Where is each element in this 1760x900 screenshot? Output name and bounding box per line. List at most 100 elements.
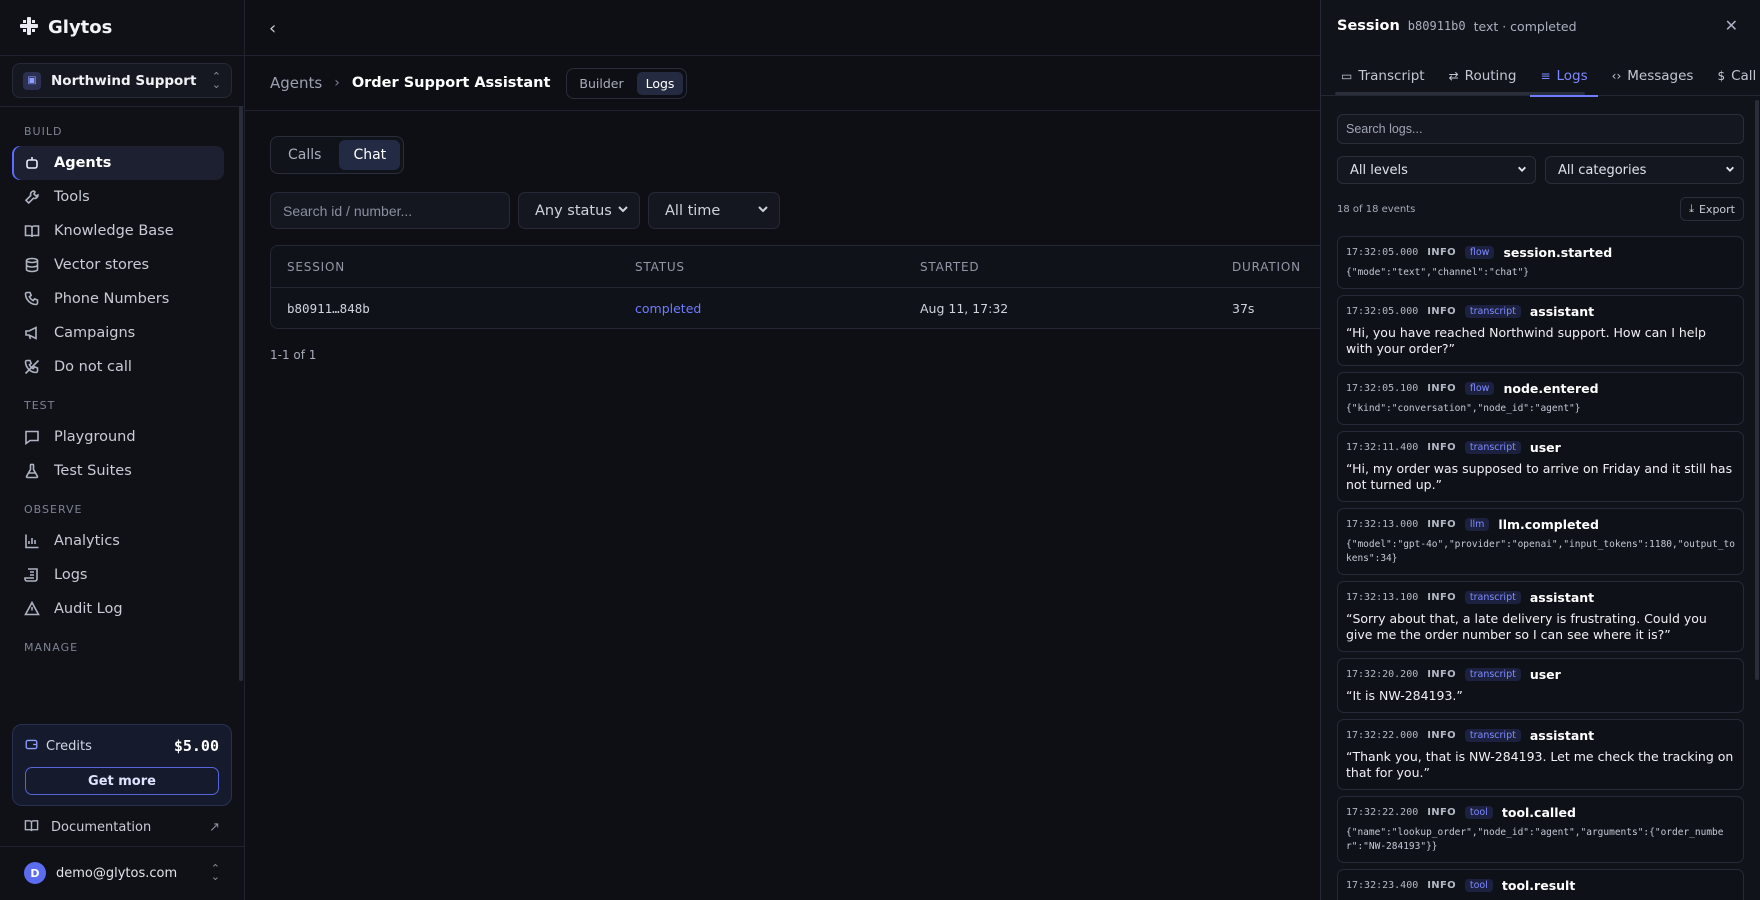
sidebar-scrollbar[interactable] xyxy=(239,106,243,681)
book-icon xyxy=(24,223,40,239)
pagination-info: 1-1 of 1 xyxy=(270,348,317,362)
sidebar-item-test-suites[interactable]: Test Suites xyxy=(12,454,224,488)
flask-icon xyxy=(24,463,40,479)
divider xyxy=(0,106,244,107)
tab-label: Messages xyxy=(1627,68,1694,84)
event-payload: {"mode":"text","channel":"chat"} xyxy=(1346,267,1530,278)
close-icon[interactable]: ✕ xyxy=(1725,16,1738,35)
log-event[interactable]: 17:32:20.200 INFO transcript user “It is NW-… xyxy=(1337,658,1744,713)
column-duration[interactable]: DURATION xyxy=(1232,260,1301,274)
category-select[interactable]: All categories xyxy=(1545,156,1744,184)
duration-value: 37s xyxy=(1232,301,1255,316)
sidebar-item-label: Agents xyxy=(54,155,112,171)
alert-icon xyxy=(24,601,40,617)
log-event[interactable]: 17:32:13.100 INFO transcript assistant “Sorr… xyxy=(1337,581,1744,652)
sidebar-item-campaigns[interactable]: Campaigns xyxy=(12,316,224,350)
session-search-input[interactable] xyxy=(270,192,510,229)
sidebar-scrollbar-thumb[interactable] xyxy=(239,106,243,681)
chat-tab[interactable]: Chat xyxy=(339,140,401,170)
level-select-value: All levels xyxy=(1350,162,1408,178)
event-level: INFO xyxy=(1427,592,1456,603)
panel-scrollbar[interactable] xyxy=(1755,100,1759,680)
credits-value: $5.00 xyxy=(173,737,219,755)
sidebar-item-knowledge-base[interactable]: Knowledge Base xyxy=(12,214,224,248)
routing-icon: ⇄ xyxy=(1448,69,1459,83)
section-label: MANAGE xyxy=(24,641,79,654)
section-label: OBSERVE xyxy=(24,503,83,516)
wrench-icon xyxy=(24,189,40,205)
get-more-button[interactable]: Get more xyxy=(25,767,219,795)
chevron-up-down-icon: ⌃ ⌄ xyxy=(211,69,221,91)
status-select[interactable]: Any status xyxy=(518,192,640,229)
log-search-input[interactable] xyxy=(1337,114,1744,144)
chat-icon: ▭ xyxy=(1341,69,1353,83)
log-event[interactable]: 17:32:23.400 INFO tool tool.result xyxy=(1337,869,1744,900)
sidebar-item-agents[interactable]: Agents xyxy=(12,146,224,180)
column-started[interactable]: STARTED xyxy=(920,260,979,274)
log-event[interactable]: 17:32:05.000 INFO flow session.started {"mod… xyxy=(1337,236,1744,289)
sidebar-item-tools[interactable]: Tools xyxy=(12,180,224,214)
event-level: INFO xyxy=(1427,807,1456,818)
calls-tab[interactable]: Calls xyxy=(274,140,335,170)
column-session[interactable]: SESSION xyxy=(287,260,345,274)
tab-transcript[interactable]: ▭ Transcript xyxy=(1331,56,1435,96)
table-row[interactable]: b80911…848b completed Aug 11, 17:32 37s xyxy=(271,288,1320,329)
sidebar-item-logs[interactable]: Logs xyxy=(12,558,224,592)
event-time: 17:32:05.000 xyxy=(1346,247,1419,258)
event-level: INFO xyxy=(1427,306,1456,317)
event-name: tool.called xyxy=(1501,805,1576,820)
topbar: ‹ xyxy=(245,0,1320,56)
workspace-switcher[interactable]: ▣ Northwind Support ⌃ ⌄ xyxy=(12,63,232,98)
level-select[interactable]: All levels xyxy=(1337,156,1536,184)
sidebar-item-vector-stores[interactable]: Vector stores xyxy=(12,248,224,282)
chevron-down-icon xyxy=(1725,163,1735,178)
log-event[interactable]: 17:32:05.000 INFO transcript assistant “Hi, … xyxy=(1337,295,1744,366)
event-category-badge: transcript xyxy=(1464,668,1521,681)
export-button[interactable]: ⤓ Export xyxy=(1680,197,1744,221)
log-event[interactable]: 17:32:05.100 INFO flow node.entered {"kind":… xyxy=(1337,372,1744,425)
column-status[interactable]: STATUS xyxy=(635,260,685,274)
event-time: 17:32:13.100 xyxy=(1346,592,1419,603)
started-value: Aug 11, 17:32 xyxy=(920,301,1009,316)
event-category-badge: flow xyxy=(1464,382,1495,395)
user-menu[interactable]: D demo@glytos.com ⌃ ⌄ xyxy=(24,862,220,884)
log-event[interactable]: 17:32:22.200 INFO tool tool.called {"name":"… xyxy=(1337,796,1744,863)
documentation-link[interactable]: Documentation ↗ xyxy=(24,818,220,837)
tabs-scrollbar[interactable] xyxy=(1335,92,1585,95)
status-select-value: Any status xyxy=(535,202,612,219)
sidebar-item-playground[interactable]: Playground xyxy=(12,420,224,454)
chevron-down-icon xyxy=(617,203,629,219)
sidebar-item-audit-log[interactable]: Audit Log xyxy=(12,592,224,626)
time-select[interactable]: All time xyxy=(648,192,780,229)
log-event[interactable]: 17:32:11.400 INFO transcript user “Hi, my or… xyxy=(1337,431,1744,502)
event-level: INFO xyxy=(1427,442,1456,453)
builder-tab[interactable]: Builder xyxy=(570,72,632,95)
tab-messages[interactable]: ‹› Messages xyxy=(1602,56,1704,96)
workspace-icon: ▣ xyxy=(23,71,41,90)
log-event[interactable]: 17:32:13.000 INFO llm llm.completed {"model"… xyxy=(1337,508,1744,575)
event-name: tool.result xyxy=(1501,878,1576,893)
section-label: TEST xyxy=(24,399,56,412)
phone-icon xyxy=(24,291,40,307)
event-name: llm.completed xyxy=(1498,517,1599,532)
chart-icon xyxy=(24,533,40,549)
credits-card: Credits $5.00 Get more xyxy=(12,724,232,806)
logs-tab[interactable]: Logs xyxy=(636,71,684,95)
sidebar: Glytos ▣ Northwind Support ⌃ ⌄ BUILD Agent… xyxy=(0,0,245,900)
sidebar-item-do-not-call[interactable]: Do not call xyxy=(12,350,224,384)
sidebar-item-phone-numbers[interactable]: Phone Numbers xyxy=(12,282,224,316)
tab-routing[interactable]: ⇄ Routing xyxy=(1439,56,1527,96)
sidebar-item-analytics[interactable]: Analytics xyxy=(12,524,224,558)
megaphone-icon xyxy=(24,325,40,341)
tab-logs[interactable]: ≡ Logs xyxy=(1530,56,1598,97)
event-time: 17:32:13.000 xyxy=(1346,519,1419,530)
breadcrumb-agents[interactable]: Agents xyxy=(270,74,322,92)
back-arrow-icon[interactable]: ‹ xyxy=(269,18,276,39)
event-category-badge: transcript xyxy=(1464,441,1521,454)
brand[interactable]: Glytos xyxy=(0,0,244,56)
bot-icon xyxy=(24,155,40,171)
event-name: node.entered xyxy=(1503,381,1599,396)
event-payload: {"kind":"conversation","node_id":"agent"… xyxy=(1346,403,1581,414)
tab-call-cost[interactable]: $ Call Cost xyxy=(1707,56,1760,96)
log-event[interactable]: 17:32:22.000 INFO transcript assistant “Than… xyxy=(1337,719,1744,790)
